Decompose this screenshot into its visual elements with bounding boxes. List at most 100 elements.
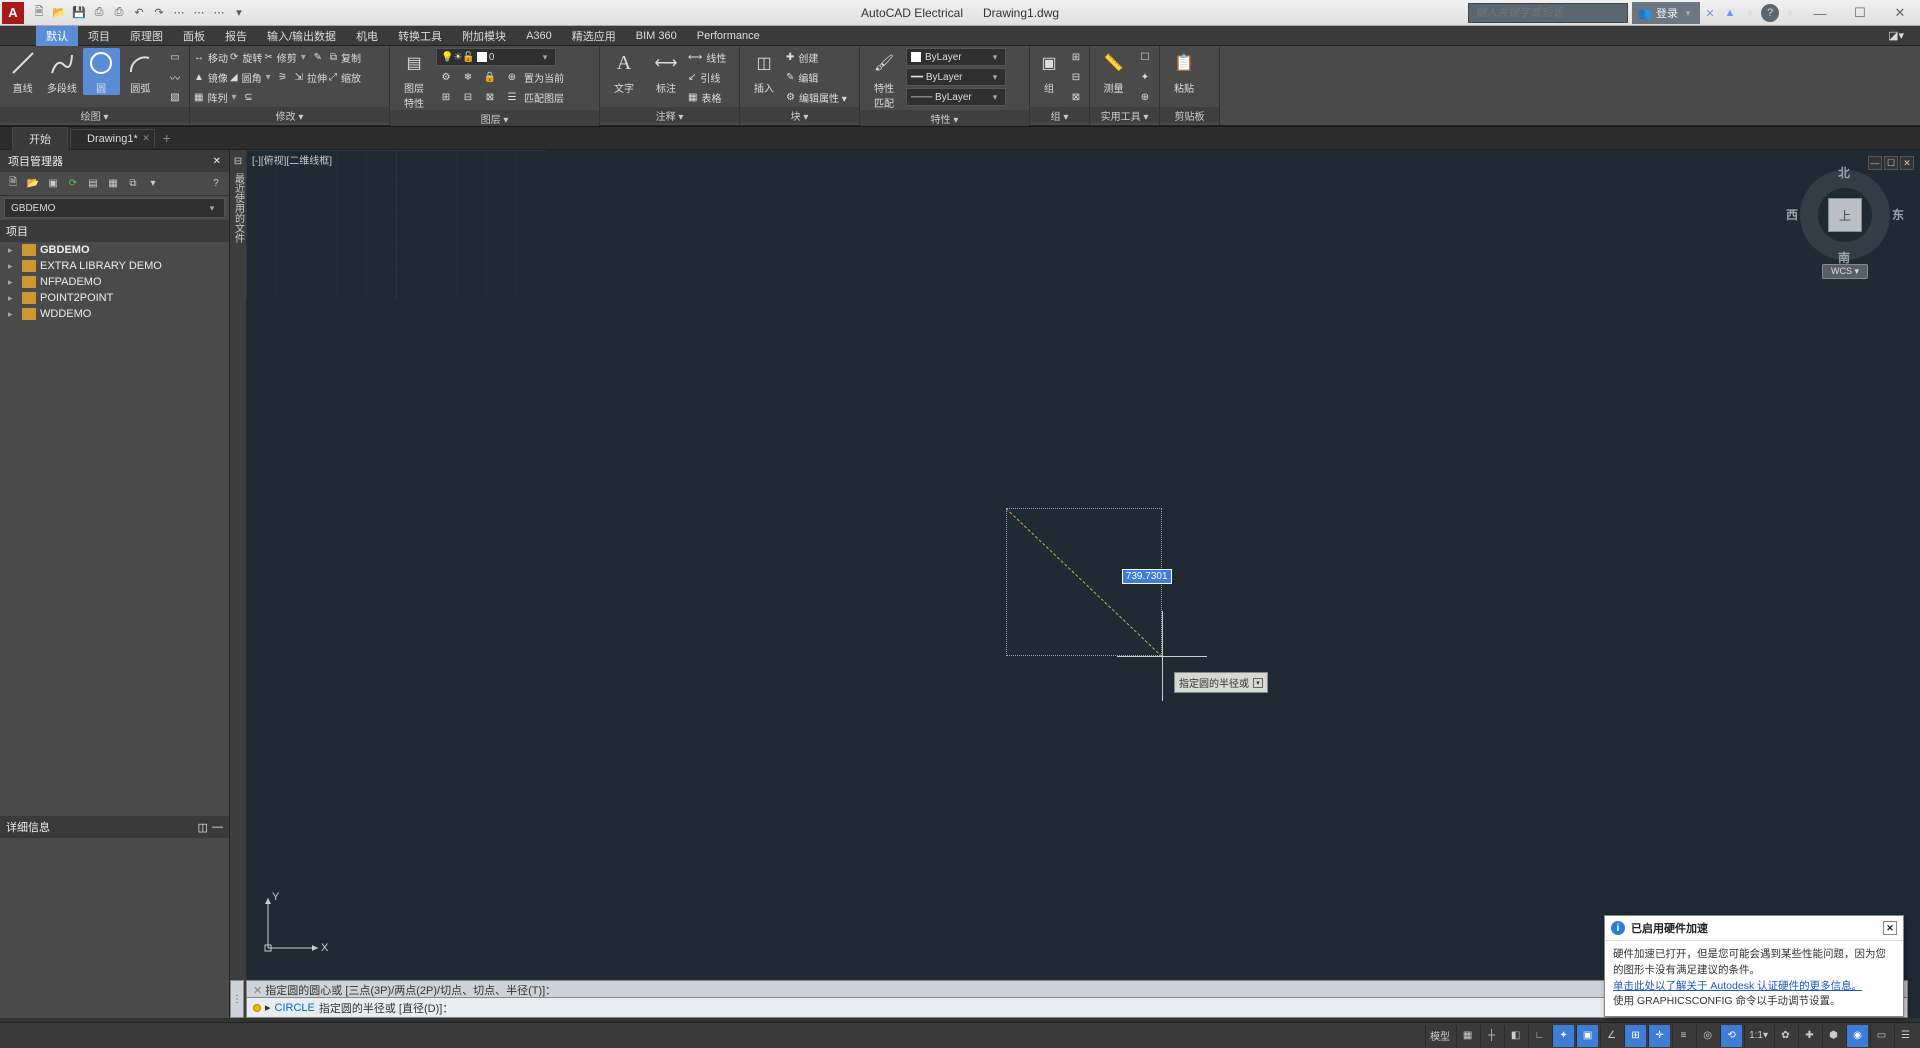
- tool-group[interactable]: ▣组: [1034, 48, 1064, 95]
- chevron-down-icon[interactable]: ▾: [1781, 4, 1799, 22]
- close-icon[interactable]: ✕: [142, 133, 150, 144]
- help-icon[interactable]: ?: [1761, 4, 1779, 22]
- tool-spline-icon[interactable]: 〰: [165, 68, 185, 86]
- chevron-down-icon[interactable]: ▾: [1253, 678, 1263, 688]
- qat-plot-icon[interactable]: ⎙: [110, 4, 128, 22]
- layer-tool-2[interactable]: ❄: [458, 68, 478, 86]
- tool-dimension[interactable]: ⟷标注: [646, 48, 686, 95]
- qat-more3-icon[interactable]: ⋯: [210, 4, 228, 22]
- vc-west[interactable]: 西: [1786, 206, 1798, 223]
- pt-7-icon[interactable]: ⧉: [124, 175, 142, 193]
- balloon-link[interactable]: 单击此处以了解关于 Autodesk 认证硬件的更多信息。: [1613, 980, 1862, 992]
- pt-open-icon[interactable]: 📂: [24, 175, 42, 193]
- tool-arc[interactable]: 圆弧: [122, 48, 159, 95]
- maximize-button[interactable]: ☐: [1840, 0, 1880, 26]
- view-cube[interactable]: 北 南 西 东 上 WCS ▾: [1790, 170, 1900, 312]
- tool-insert[interactable]: ◫插入: [744, 48, 784, 95]
- tab-io[interactable]: 输入/输出数据: [257, 26, 346, 46]
- tab-convert[interactable]: 转换工具: [388, 26, 452, 46]
- tool-fillet[interactable]: ◢圆角▾: [230, 68, 271, 86]
- pt-refresh-icon[interactable]: ⟳: [64, 175, 82, 193]
- layer-match[interactable]: 匹配图层: [524, 88, 564, 106]
- tree-item-p2p[interactable]: ▸POINT2POINT: [0, 290, 229, 306]
- layer-tool-6[interactable]: ⊟: [458, 88, 478, 106]
- sb-hw-icon[interactable]: ◉: [1846, 1025, 1868, 1047]
- a360-icon[interactable]: ▲: [1721, 4, 1739, 22]
- tab-performance[interactable]: Performance: [687, 28, 770, 44]
- tool-line[interactable]: 直线: [4, 48, 41, 95]
- sb-dyn-icon[interactable]: ✛: [1648, 1025, 1670, 1047]
- tree-item-nfpa[interactable]: ▸NFPADEMO: [0, 274, 229, 290]
- tab-drawing1[interactable]: Drawing1*✕: [70, 129, 155, 148]
- tool-stretch[interactable]: ⇲拉伸: [295, 68, 327, 86]
- tab-bim360[interactable]: BIM 360: [626, 28, 687, 44]
- tab-schematic[interactable]: 原理图: [120, 26, 173, 46]
- login-button[interactable]: 👥 登录 ▾: [1632, 2, 1700, 24]
- project-tree[interactable]: ▸GBDEMO ▸EXTRA LIBRARY DEMO ▸NFPADEMO ▸P…: [0, 242, 229, 814]
- tool-table[interactable]: ▦ 表格: [688, 88, 726, 106]
- tool-text[interactable]: A文字: [604, 48, 644, 95]
- vc-east[interactable]: 东: [1892, 206, 1904, 223]
- tool-block-create[interactable]: ✚ 创建: [786, 48, 847, 66]
- layer-tool-4[interactable]: ⊕: [502, 68, 522, 86]
- tab-report[interactable]: 报告: [215, 26, 257, 46]
- tool-mirror[interactable]: ▲镜像: [194, 68, 228, 86]
- tool-rect-icon[interactable]: ▭: [165, 48, 185, 66]
- vp-max-icon[interactable]: ☐: [1884, 156, 1898, 170]
- add-tab-button[interactable]: +: [157, 130, 177, 146]
- panel-label-layers[interactable]: 图层 ▾: [390, 110, 599, 126]
- layer-set-current[interactable]: 置为当前: [524, 68, 564, 86]
- pt-6-icon[interactable]: ▦: [104, 175, 122, 193]
- sb-iso-icon[interactable]: ⬢: [1822, 1025, 1844, 1047]
- tool-block-edit[interactable]: ✎ 编辑: [786, 68, 847, 86]
- tool-leader[interactable]: ↙ 引线: [688, 68, 726, 86]
- tool-explode-icon[interactable]: ⚞: [273, 68, 293, 86]
- sb-gear-icon[interactable]: ✿: [1774, 1025, 1796, 1047]
- tool-layer-props[interactable]: ▤图层 特性: [394, 48, 434, 110]
- qat-save-icon[interactable]: 💾: [70, 4, 88, 22]
- tool-matchprop[interactable]: 🖌特性 匹配: [864, 48, 904, 110]
- panel-label-draw[interactable]: 绘图 ▾: [0, 107, 189, 123]
- layer-tool-1[interactable]: ⚙: [436, 68, 456, 86]
- close-icon[interactable]: ✕: [1883, 921, 1897, 935]
- sb-osnap-icon[interactable]: ▣: [1576, 1025, 1598, 1047]
- group-tool-3[interactable]: ⊠: [1066, 88, 1086, 106]
- sb-tool3-icon[interactable]: ◧: [1504, 1025, 1526, 1047]
- tool-paste[interactable]: 📋粘贴: [1164, 48, 1204, 95]
- minimize-button[interactable]: —: [1800, 0, 1840, 26]
- util-tool-3[interactable]: ⊕: [1135, 88, 1155, 106]
- tool-offset-icon[interactable]: ⊆: [238, 88, 258, 106]
- vc-south[interactable]: 南: [1838, 249, 1850, 266]
- sb-clean-icon[interactable]: ▭: [1870, 1025, 1892, 1047]
- tool-scale[interactable]: ⤢缩放: [329, 68, 361, 86]
- tool-block-attedit[interactable]: ⚙ 编辑属性 ▾: [786, 88, 847, 106]
- detail-btn2[interactable]: —: [212, 821, 223, 834]
- panel-label-util[interactable]: 实用工具 ▾: [1090, 107, 1159, 123]
- drawing-canvas[interactable]: [-][俯视][二维线框] — ☐ ✕: [246, 150, 1920, 1018]
- vc-north[interactable]: 北: [1838, 164, 1850, 181]
- sb-ortho-icon[interactable]: ∟: [1528, 1025, 1550, 1047]
- sb-grid-icon[interactable]: ▦: [1456, 1025, 1478, 1047]
- tree-item-wddemo[interactable]: ▸WDDEMO: [0, 306, 229, 322]
- qat-saveas-icon[interactable]: ⎙: [90, 4, 108, 22]
- sb-cycling-icon[interactable]: ⟲: [1720, 1025, 1742, 1047]
- pt-help-icon[interactable]: ?: [207, 175, 225, 193]
- lineweight-dropdown[interactable]: ━━ ByLayer▾: [906, 68, 1006, 86]
- layer-tool-8[interactable]: ☰: [502, 88, 522, 106]
- vp-min-icon[interactable]: —: [1868, 156, 1882, 170]
- tool-trim[interactable]: ✂修剪▾: [264, 48, 305, 66]
- close-icon[interactable]: ✕: [213, 156, 221, 167]
- panel-label-props[interactable]: 特性 ▾: [860, 110, 1029, 126]
- sb-tool7-icon[interactable]: ∠: [1600, 1025, 1622, 1047]
- panel-label-annot[interactable]: 注释 ▾: [600, 107, 739, 123]
- tool-rotate[interactable]: ⟳旋转: [230, 48, 262, 66]
- tool-copy[interactable]: ⧉复制: [330, 48, 361, 66]
- search-input[interactable]: [1468, 3, 1628, 23]
- sb-otrack-icon[interactable]: ⊞: [1624, 1025, 1646, 1047]
- tool-move[interactable]: ↔移动: [194, 48, 228, 66]
- sb-snap-icon[interactable]: ┼: [1480, 1025, 1502, 1047]
- ribbon-collapse-icon[interactable]: ◪▾: [1878, 27, 1914, 44]
- recent-files-tab[interactable]: ⊟ 最近使用的文件: [230, 150, 246, 1018]
- tool-hatch-icon[interactable]: ▨: [165, 88, 185, 106]
- layer-tool-7[interactable]: ⊠: [480, 88, 500, 106]
